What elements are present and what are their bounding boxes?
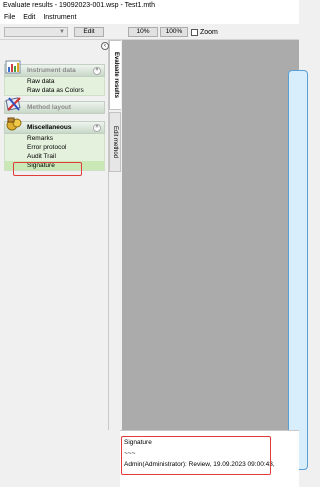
zoom-checkbox-label: Zoom bbox=[200, 28, 218, 36]
vertical-tab-strip: Evaluate results Edit method bbox=[109, 40, 121, 430]
evaluation-canvas[interactable] bbox=[122, 40, 308, 470]
layout-dropdown[interactable]: ▼ bbox=[4, 27, 68, 37]
group-instrument-data-items: Raw data Raw data as Colors bbox=[4, 77, 105, 96]
group-instrument-data[interactable]: Instrument data ^ bbox=[4, 60, 105, 77]
menu-bar: File Edit Instrument bbox=[0, 12, 299, 24]
group-label: Miscellaneous bbox=[27, 124, 72, 131]
bar-chart-icon bbox=[5, 60, 21, 74]
group-label: Method layout bbox=[27, 104, 72, 111]
tab-evaluate-results[interactable]: Evaluate results bbox=[109, 40, 121, 110]
sidebar-item-audit-trail[interactable]: Audit Trail bbox=[5, 152, 104, 161]
sidebar-item-remarks[interactable]: Remarks bbox=[5, 134, 104, 143]
tab-edit-method[interactable]: Edit method bbox=[109, 112, 121, 172]
chevron-down-icon: ▼ bbox=[59, 29, 65, 35]
chevron-up-icon[interactable]: ^ bbox=[93, 67, 101, 75]
group-miscellaneous[interactable]: Miscellaneous ^ bbox=[4, 117, 105, 134]
toolbar: ▼ Edit 10% 100% Zoom bbox=[0, 24, 299, 40]
tab-label: Edit method bbox=[112, 125, 118, 159]
sidebar-item-error-protocol[interactable]: Error protocol bbox=[5, 143, 104, 152]
menu-edit[interactable]: Edit bbox=[23, 12, 35, 24]
zoom-checkbox[interactable] bbox=[191, 28, 198, 36]
group-method-layout[interactable]: Method layout bbox=[4, 97, 105, 114]
layout-tools-icon bbox=[5, 97, 21, 111]
collapse-panel-button[interactable]: ‹ bbox=[101, 42, 109, 50]
chevron-left-icon: ‹ bbox=[104, 43, 106, 49]
sidebar-item-raw-data-colors[interactable]: Raw data as Colors bbox=[5, 86, 104, 95]
navigation-panel: ‹ Instrument data ^ Raw data Raw data as… bbox=[0, 40, 109, 430]
signature-highlight bbox=[13, 162, 82, 176]
signature-panel: Signature ~~~ Admin(Administrator): Revi… bbox=[120, 430, 299, 487]
signature-panel-highlight bbox=[121, 436, 271, 475]
menu-instrument[interactable]: Instrument bbox=[43, 12, 76, 24]
result-plate-view[interactable] bbox=[288, 70, 308, 470]
zoom-toggle[interactable]: Zoom bbox=[191, 27, 218, 37]
edit-button[interactable]: Edit bbox=[74, 27, 104, 37]
group-label: Instrument data bbox=[27, 67, 76, 74]
sidebar-item-raw-data[interactable]: Raw data bbox=[5, 77, 104, 86]
zoom-10-button[interactable]: 10% bbox=[128, 27, 158, 37]
window-title: Evaluate results - 19092023-001.wsp - Te… bbox=[0, 0, 299, 12]
menu-file[interactable]: File bbox=[4, 12, 15, 24]
tab-label: Evaluate results bbox=[112, 51, 119, 99]
miscellaneous-icon bbox=[6, 117, 22, 131]
zoom-100-button[interactable]: 100% bbox=[160, 27, 188, 37]
chevron-up-icon[interactable]: ^ bbox=[93, 124, 101, 132]
